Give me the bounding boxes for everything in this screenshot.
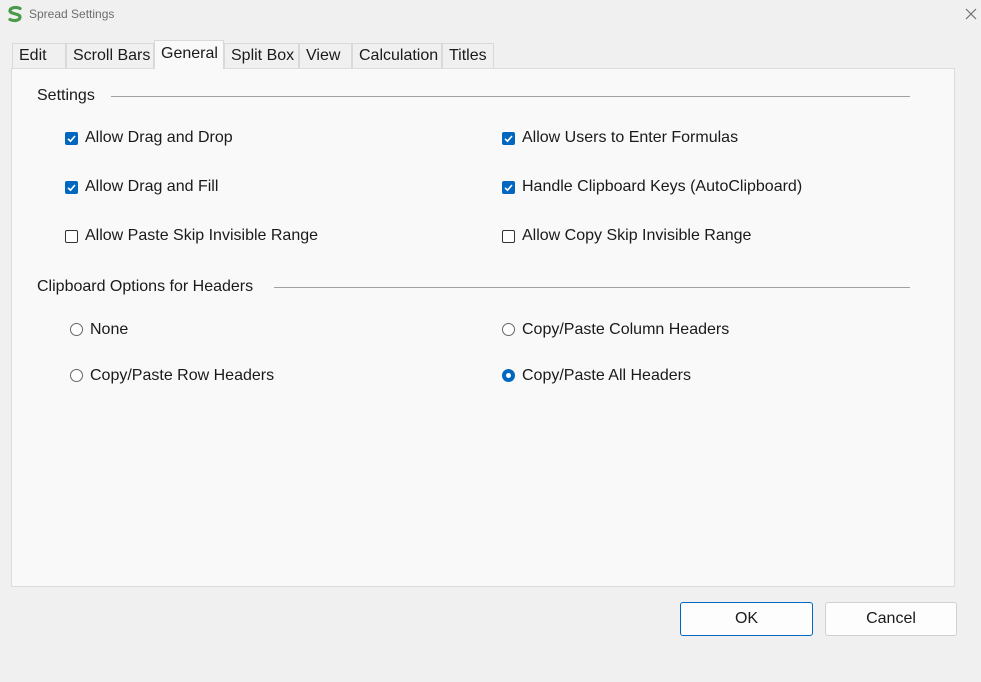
option-label: Handle Clipboard Keys (AutoClipboard) — [522, 178, 803, 195]
tab-label: Split Box — [231, 47, 295, 64]
settings-divider — [111, 96, 910, 97]
checkbox-checked-icon — [502, 132, 515, 145]
option-label: Allow Drag and Drop — [85, 129, 233, 146]
option-label: Allow Users to Enter Formulas — [522, 129, 739, 146]
clipboard-group-label: Clipboard Options for Headers — [37, 278, 254, 295]
radio-unselected-icon — [70, 369, 83, 382]
tab-split-box[interactable]: Split Box — [224, 43, 299, 68]
spread-app-icon — [8, 5, 22, 23]
option-label: Allow Copy Skip Invisible Range — [522, 227, 752, 244]
tab-calculation[interactable]: Calculation — [352, 43, 442, 68]
checkbox-checked-icon — [502, 181, 515, 194]
option-label: Allow Paste Skip Invisible Range — [85, 227, 319, 244]
tab-label: General — [161, 45, 218, 62]
tab-view[interactable]: View — [299, 43, 352, 68]
radio-unselected-icon — [502, 323, 515, 336]
settings-group-label: Settings — [37, 87, 95, 104]
checkbox-unchecked-icon — [502, 230, 515, 243]
option-label: Copy/Paste Column Headers — [522, 321, 730, 338]
tab-scroll-bars[interactable]: Scroll Bars — [66, 43, 154, 68]
title-bar: Spread Settings — [0, 0, 981, 28]
tab-label: Titles — [449, 47, 487, 64]
tab-label: Calculation — [359, 47, 439, 64]
radio-selected-icon — [502, 369, 515, 382]
tab-label: Scroll Bars — [73, 47, 151, 64]
general-panel: Settings Allow Drag and Drop Allow Users… — [11, 68, 955, 587]
close-icon[interactable] — [962, 5, 980, 23]
option-label: Copy/Paste All Headers — [522, 367, 691, 384]
option-label: Allow Drag and Fill — [85, 178, 219, 195]
tab-label: Edit — [19, 47, 47, 64]
window-title: Spread Settings — [29, 7, 115, 21]
checkbox-checked-icon — [65, 132, 78, 145]
tab-titles[interactable]: Titles — [442, 43, 494, 68]
radio-unselected-icon — [70, 323, 83, 336]
ok-button[interactable]: OK — [680, 602, 813, 636]
tab-general[interactable]: General — [154, 40, 224, 69]
checkbox-checked-icon — [65, 181, 78, 194]
cancel-button[interactable]: Cancel — [825, 602, 957, 636]
clipboard-divider — [274, 287, 910, 288]
option-label: None — [90, 321, 129, 338]
option-label: Copy/Paste Row Headers — [90, 367, 275, 384]
tab-edit[interactable]: Edit — [12, 43, 66, 68]
tab-label: View — [306, 47, 341, 64]
checkbox-unchecked-icon — [65, 230, 78, 243]
